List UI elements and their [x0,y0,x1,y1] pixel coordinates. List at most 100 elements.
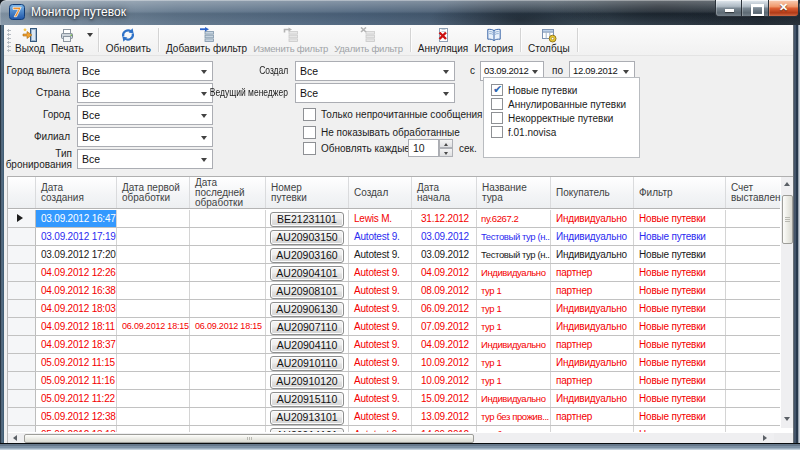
refresh-seconds-stepper[interactable] [439,139,453,157]
cell-invoice[interactable] [726,264,780,281]
cell-tour-name[interactable]: тур без прожив... [477,408,551,425]
cell-tour-name[interactable]: Тестовый тур (н... [477,228,551,245]
cell-last-processed[interactable] [190,426,266,432]
voucher-number-button[interactable]: AU20904110 [270,338,344,353]
row-selector[interactable] [8,372,36,389]
cell-filter[interactable]: Новые путевки [634,318,726,335]
table-row[interactable]: 04.09.2012 18:1106.09.2012 18:1506.09.20… [8,318,780,336]
cell-invoice[interactable] [726,210,780,227]
voucher-number-button[interactable]: AU20906130 [270,302,344,317]
row-selector[interactable] [8,282,36,299]
cell-buyer[interactable]: Индивидуально [551,390,634,407]
row-selector[interactable] [8,336,36,353]
cell-buyer[interactable]: партнер [551,408,634,425]
voucher-number-button[interactable]: AU20904101 [270,266,344,281]
cell-created[interactable]: 04.09.2012 18:11 [36,318,117,335]
cell-buyer[interactable]: Индивидуально [551,300,634,317]
voucher-type-checkbox[interactable] [491,98,503,110]
cell-invoice[interactable] [726,336,780,353]
voucher-number-button[interactable]: AU20913101 [270,410,344,425]
cell-filter[interactable]: Новые путевки [634,300,726,317]
cell-tour-name[interactable]: Индивидуально [477,336,551,353]
voucher-number-button[interactable]: BE21231101 [270,212,344,227]
column-header-created[interactable]: Дата создания [36,177,117,208]
row-selector[interactable] [8,426,36,432]
cell-first-processed[interactable] [117,426,190,432]
horizontal-scroll-thumb[interactable] [24,434,474,443]
refresh-seconds-input[interactable]: 10 [408,139,439,157]
cell-last-processed[interactable] [190,390,266,407]
table-row[interactable]: 05.09.2012 11:16AU20910120Autotest 9.10.… [8,372,780,390]
cell-buyer[interactable]: Индивидуально [551,246,634,263]
cell-first-processed[interactable] [117,210,190,227]
cell-tour-name[interactable]: ny.6267.2 [477,210,551,227]
voucher-number-button[interactable]: AU20907110 [270,320,344,335]
table-row[interactable]: 03.09.2012 17:19AU20903150Autotest 9.03.… [8,228,780,246]
column-header-creator[interactable]: Создал [349,177,412,208]
hide-processed-checkbox[interactable] [303,126,316,139]
column-header-invoice[interactable]: Счет выставлен [726,177,780,208]
cell-last-processed[interactable] [190,372,266,389]
cell-creator[interactable]: Autotest 9. [349,336,412,353]
cell-invoice[interactable] [726,300,780,317]
cell-creator[interactable]: Autotest 9. [349,282,412,299]
cell-filter[interactable]: Новые путевки [634,390,726,407]
cell-tour-name[interactable]: Тестовый тур (н... [477,246,551,263]
cell-created[interactable]: 03.09.2012 17:19 [36,228,117,245]
cell-last-processed[interactable] [190,264,266,281]
column-header-filter[interactable]: Фильтр [634,177,726,208]
cell-last-processed[interactable] [190,228,266,245]
cell-last-processed[interactable] [190,408,266,425]
row-selector[interactable] [8,354,36,371]
cell-created[interactable]: 05.09.2012 11:22 [36,390,117,407]
cell-first-processed[interactable]: 06.09.2012 18:15 [117,318,190,335]
vertical-scroll-thumb[interactable] [782,195,793,244]
cell-invoice[interactable] [726,282,780,299]
voucher-number-button[interactable]: AU20908101 [270,284,344,299]
booking-type-select[interactable]: Все [77,149,213,169]
column-header-buyer[interactable]: Покупатель [551,177,634,208]
cell-creator[interactable]: Autotest 9. [349,300,412,317]
table-row[interactable]: 05.09.2012 11:15AU20910110Autotest 9.10.… [8,354,780,372]
cell-last-processed[interactable] [190,282,266,299]
cell-buyer[interactable]: партнер [551,426,634,432]
branch-select[interactable]: Все [77,127,213,147]
cell-tour-name[interactable]: тур 1 [477,282,551,299]
cell-buyer[interactable]: партнер [551,372,634,389]
minimize-button[interactable] [715,0,742,17]
created-by-select[interactable]: Все [295,61,455,81]
voucher-number-button[interactable]: AU20910110 [270,356,344,371]
cell-tour-name[interactable]: тур 1 [477,318,551,335]
table-row[interactable]: 05.09.2012 13:13AU20914101Autotest 9.14.… [8,426,780,432]
cell-last-processed[interactable]: 06.09.2012 18:15 [190,318,266,335]
cell-start-date[interactable]: 08.09.2012 [412,282,477,299]
cell-creator[interactable]: Autotest 9. [349,318,412,335]
cell-filter[interactable]: Новые путевки [634,210,726,227]
row-selector[interactable] [8,318,36,335]
cell-creator[interactable]: Autotest 9. [349,354,412,371]
cell-first-processed[interactable] [117,408,190,425]
row-selector[interactable] [8,210,36,227]
table-row[interactable]: 03.09.2012 17:20AU20903160Autotest 9.03.… [8,246,780,264]
voucher-number-button[interactable]: AU20910120 [270,374,344,389]
cell-first-processed[interactable] [117,264,190,281]
cell-invoice[interactable] [726,408,780,425]
cell-created[interactable]: 04.09.2012 18:03 [36,300,117,317]
table-row[interactable]: 04.09.2012 12:26AU20904101Autotest 9.04.… [8,264,780,282]
cell-start-date[interactable]: 10.09.2012 [412,354,477,371]
row-selector[interactable] [8,228,36,245]
cell-buyer[interactable]: Индивидуально [551,228,634,245]
cell-creator[interactable]: Lewis M. [349,210,412,227]
cell-first-processed[interactable] [117,246,190,263]
table-row[interactable]: 05.09.2012 12:38AU20913101Autotest 9.13.… [8,408,780,426]
voucher-type-checkbox[interactable] [491,126,503,138]
cell-created[interactable]: 05.09.2012 13:13 [36,426,117,432]
unread-messages-checkbox[interactable] [303,108,316,121]
table-row[interactable]: 05.09.2012 11:22AU20915110Autotest 9.15.… [8,390,780,408]
row-selector[interactable] [8,390,36,407]
cell-start-date[interactable]: 07.09.2012 [412,318,477,335]
voucher-number-button[interactable]: AU20914101 [270,428,344,432]
cell-last-processed[interactable] [190,354,266,371]
cell-invoice[interactable] [726,426,780,432]
cell-first-processed[interactable] [117,336,190,353]
